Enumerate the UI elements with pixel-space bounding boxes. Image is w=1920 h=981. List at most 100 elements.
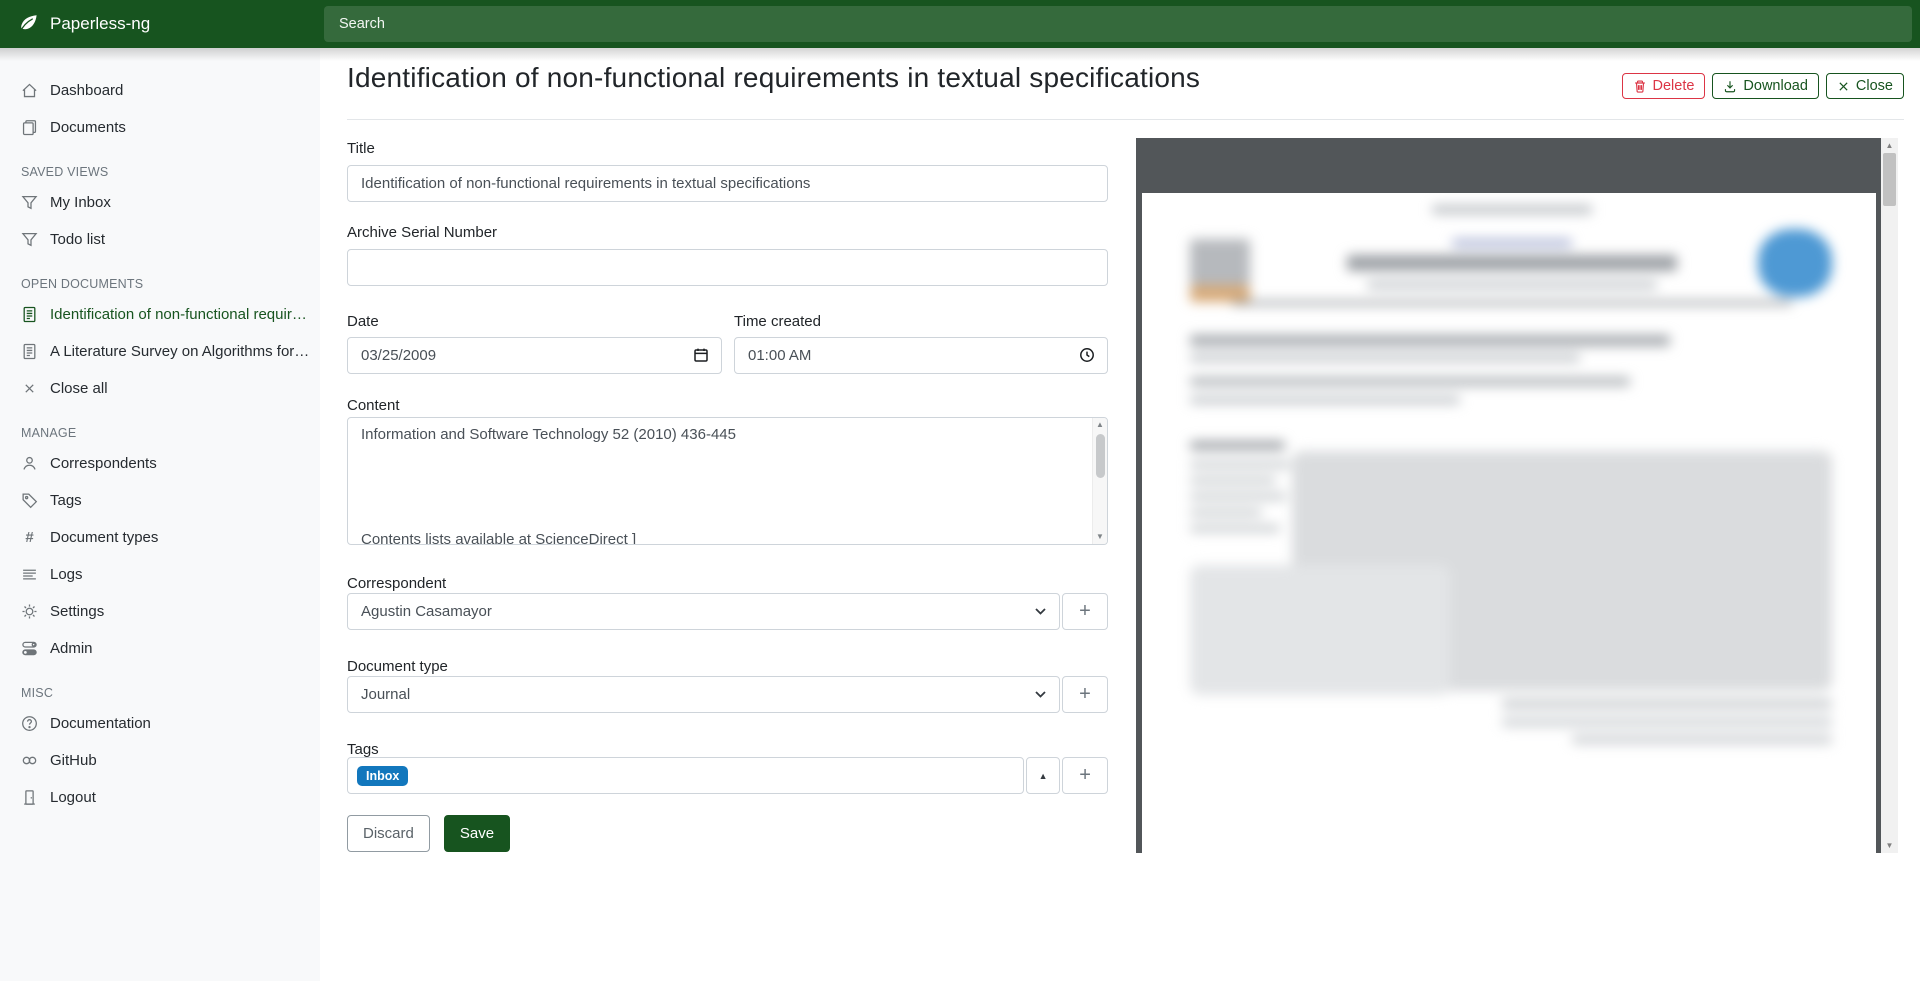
sidebar-item-label: Document types: [50, 529, 158, 546]
content-textarea[interactable]: Information and Software Technology 52 (…: [347, 417, 1108, 545]
sidebar-item-tags[interactable]: Tags: [0, 482, 320, 519]
scroll-down-arrow[interactable]: ▼: [1096, 530, 1104, 544]
close-icon: [21, 380, 38, 397]
sidebar-item-todo-list[interactable]: Todo list: [0, 221, 320, 258]
document-type-select[interactable]: Journal: [347, 676, 1060, 713]
tags-input[interactable]: Inbox: [347, 757, 1024, 794]
sidebar-item-document-types[interactable]: # Document types: [0, 519, 320, 556]
file-text-icon: [21, 306, 38, 323]
chevron-down-icon: [1035, 691, 1046, 698]
sidebar-item-correspondents[interactable]: Correspondents: [0, 445, 320, 482]
preview-blur-shape: [1190, 565, 1450, 695]
open-document-label: A Literature Survey on Algorithms for Mu…: [50, 343, 310, 360]
sidebar-item-label: Admin: [50, 640, 93, 657]
hash-icon: #: [21, 529, 38, 546]
sidebar-item-label: Logout: [50, 789, 96, 806]
preview-scroll-down-arrow[interactable]: ▼: [1881, 841, 1898, 850]
add-correspondent-button[interactable]: +: [1062, 593, 1108, 630]
asn-label: Archive Serial Number: [347, 224, 1108, 241]
asn-input[interactable]: [347, 249, 1108, 286]
sidebar-item-logout[interactable]: Logout: [0, 779, 320, 816]
preview-blur-shape: [1190, 354, 1580, 362]
document-preview: ▲ ▼: [1136, 138, 1898, 853]
sidebar-section-open-documents: OPEN DOCUMENTS: [0, 277, 320, 291]
scroll-up-arrow[interactable]: ▲: [1096, 418, 1104, 432]
time-created-label: Time created: [734, 313, 1108, 330]
sidebar-item-settings[interactable]: Settings: [0, 593, 320, 630]
title-input[interactable]: [347, 165, 1108, 202]
preview-blur-shape: [1232, 301, 1792, 305]
preview-blur-shape: [1190, 285, 1250, 302]
preview-blur-shape: [1190, 239, 1250, 285]
search-input[interactable]: [324, 6, 1912, 42]
list-lines-icon: [21, 566, 38, 583]
sidebar-item-label: Settings: [50, 603, 104, 620]
preview-blur-shape: [1758, 229, 1832, 297]
sidebar-item-close-all[interactable]: Close all: [0, 370, 320, 407]
trash-icon: [1633, 79, 1647, 94]
tags-collapse-button[interactable]: ▲: [1026, 757, 1060, 794]
sidebar-open-document-1[interactable]: Identification of non-functional require…: [0, 296, 320, 333]
tag-chip-inbox[interactable]: Inbox: [357, 766, 408, 786]
sidebar-item-label: Todo list: [50, 231, 105, 248]
sidebar-item-github[interactable]: GitHub: [0, 742, 320, 779]
preview-blur-shape: [1452, 239, 1572, 247]
add-document-type-button[interactable]: +: [1062, 676, 1108, 713]
sidebar-item-label: Correspondents: [50, 455, 157, 472]
sidebar-section-saved-views: SAVED VIEWS: [0, 165, 320, 179]
date-label: Date: [347, 313, 722, 330]
add-tag-button[interactable]: +: [1062, 757, 1108, 794]
toggles-icon: [21, 640, 38, 657]
brand-link[interactable]: Paperless-ng: [0, 0, 320, 48]
preview-blur-shape: [1190, 441, 1285, 450]
delete-button[interactable]: Delete: [1622, 73, 1706, 99]
preview-scrollbar[interactable]: ▲ ▼: [1881, 138, 1898, 853]
funnel-icon: [21, 194, 38, 211]
sidebar-item-logs[interactable]: Logs: [0, 556, 320, 593]
link-icon: [21, 752, 38, 769]
download-button[interactable]: Download: [1712, 73, 1819, 99]
sidebar-item-label: Documents: [50, 119, 126, 136]
download-icon: [1723, 79, 1737, 94]
date-input[interactable]: [347, 337, 722, 374]
content-scrollbar[interactable]: ▲ ▼: [1092, 418, 1107, 544]
time-created-input[interactable]: [734, 337, 1108, 374]
preview-blur-shape: [1190, 335, 1670, 346]
preview-blurred-content: [1142, 193, 1876, 853]
top-navbar: Paperless-ng: [0, 0, 1920, 48]
delete-label: Delete: [1653, 78, 1695, 94]
close-button[interactable]: Close: [1826, 73, 1904, 99]
sidebar-item-dashboard[interactable]: Dashboard: [0, 72, 320, 109]
sidebar-item-documents[interactable]: Documents: [0, 109, 320, 146]
preview-blur-shape: [1502, 699, 1832, 709]
preview-blur-shape: [1367, 281, 1657, 289]
correspondent-label: Correspondent: [347, 575, 1108, 592]
preview-blur-shape: [1190, 461, 1290, 468]
preview-blur-shape: [1190, 509, 1262, 516]
sidebar-item-label: Tags: [50, 492, 82, 509]
preview-scroll-up-arrow[interactable]: ▲: [1881, 141, 1898, 150]
sidebar-item-admin[interactable]: Admin: [0, 630, 320, 667]
preview-blur-shape: [1347, 255, 1677, 271]
file-text-icon: [21, 343, 38, 360]
sidebar-open-document-2[interactable]: A Literature Survey on Algorithms for Mu…: [0, 333, 320, 370]
sidebar-item-label: GitHub: [50, 752, 97, 769]
document-actions: Delete Download Close: [1622, 73, 1905, 99]
correspondent-value: Agustin Casamayor: [361, 603, 492, 620]
preview-scroll-thumb[interactable]: [1883, 153, 1896, 206]
sidebar-item-label: Logs: [50, 566, 83, 583]
sidebar-item-label: Close all: [50, 380, 108, 397]
sidebar-item-documentation[interactable]: Documentation: [0, 705, 320, 742]
download-label: Download: [1743, 78, 1808, 94]
sidebar-section-misc: MISC: [0, 686, 320, 700]
save-button[interactable]: Save: [444, 815, 510, 852]
discard-button[interactable]: Discard: [347, 815, 430, 852]
tag-icon: [21, 492, 38, 509]
correspondent-select[interactable]: Agustin Casamayor: [347, 593, 1060, 630]
preview-blur-shape: [1190, 396, 1460, 404]
scroll-thumb[interactable]: [1096, 434, 1105, 478]
pdf-viewer-chrome: [1136, 138, 1881, 853]
open-document-label: Identification of non-functional require…: [50, 306, 310, 323]
sidebar-item-my-inbox[interactable]: My Inbox: [0, 184, 320, 221]
sidebar-item-label: Dashboard: [50, 82, 123, 99]
